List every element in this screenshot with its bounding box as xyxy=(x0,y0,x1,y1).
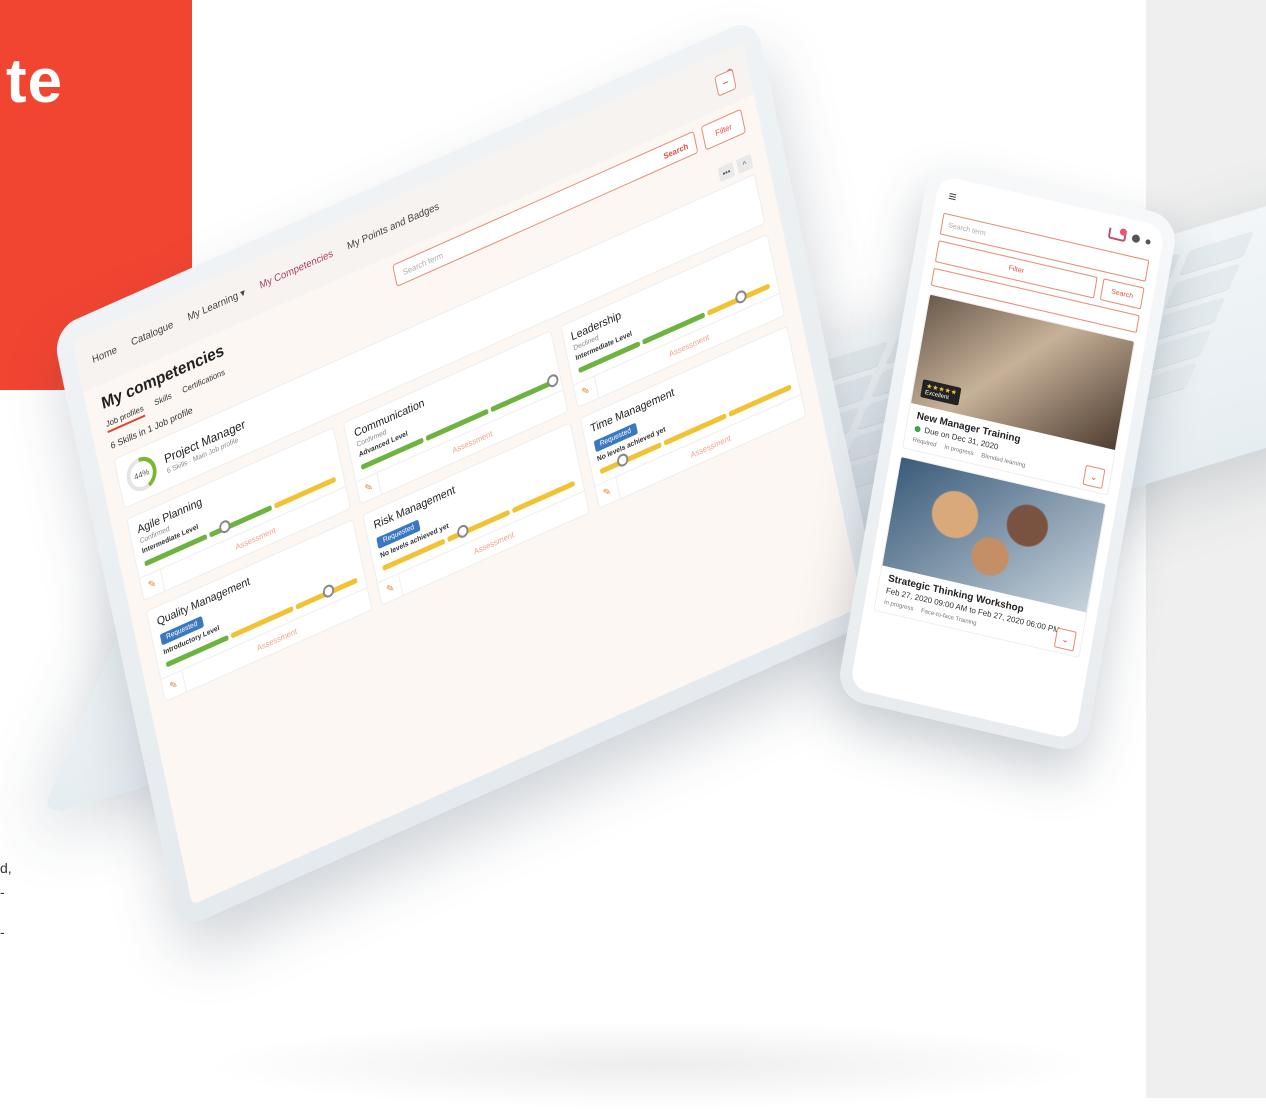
rating-badge: ★★★★★ Excellent xyxy=(920,379,962,406)
settings-icon[interactable] xyxy=(1131,233,1141,244)
progress-ring: 44% xyxy=(123,451,160,497)
phone-search-button[interactable]: Search xyxy=(1099,278,1145,310)
meta-progress: In progress xyxy=(943,444,974,458)
banner-heading: te xyxy=(6,47,64,116)
meta-required: Required xyxy=(912,437,937,449)
floor-shadow xyxy=(200,1020,1100,1110)
nav-catalogue[interactable]: Catalogue xyxy=(130,319,174,349)
side-text-fragment: - xyxy=(0,884,5,900)
progress-value: 44% xyxy=(128,457,156,491)
phone-device: ≡ Search term Filter Search ★★★★★ Excelle… xyxy=(835,160,1180,755)
side-text-fragment: - xyxy=(0,924,5,940)
status-dot xyxy=(914,424,922,433)
chevron-down-icon[interactable]: ⌄ xyxy=(1082,464,1106,490)
hamburger-icon[interactable]: ≡ xyxy=(947,187,958,205)
meta-progress: In progress xyxy=(883,599,914,613)
side-text-fragment: d, xyxy=(0,860,12,876)
phone-header-icons xyxy=(1107,225,1152,248)
user-icon[interactable] xyxy=(1145,238,1152,245)
right-gray-panel xyxy=(1146,0,1266,1098)
nav-my-learning[interactable]: My Learning ▾ xyxy=(187,287,247,324)
cart-icon[interactable] xyxy=(1107,225,1128,243)
nav-my-competencies[interactable]: My Competencies xyxy=(259,248,334,292)
search-button[interactable]: Search xyxy=(663,141,689,161)
chevron-down-icon[interactable]: ⌄ xyxy=(1053,627,1077,652)
more-icon[interactable]: ••• xyxy=(717,161,736,183)
chevron-up-icon[interactable]: ^ xyxy=(735,153,754,175)
nav-home[interactable]: Home xyxy=(91,344,118,366)
phone-screen: ≡ Search term Filter Search ★★★★★ Excelle… xyxy=(849,174,1166,741)
